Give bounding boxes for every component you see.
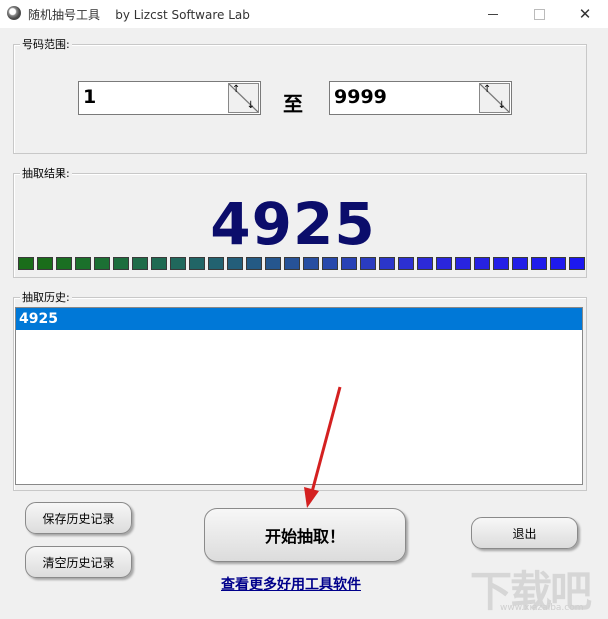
annotation-arrow — [304, 386, 342, 508]
watermark-url: www.xiazaiba.com — [500, 603, 584, 613]
